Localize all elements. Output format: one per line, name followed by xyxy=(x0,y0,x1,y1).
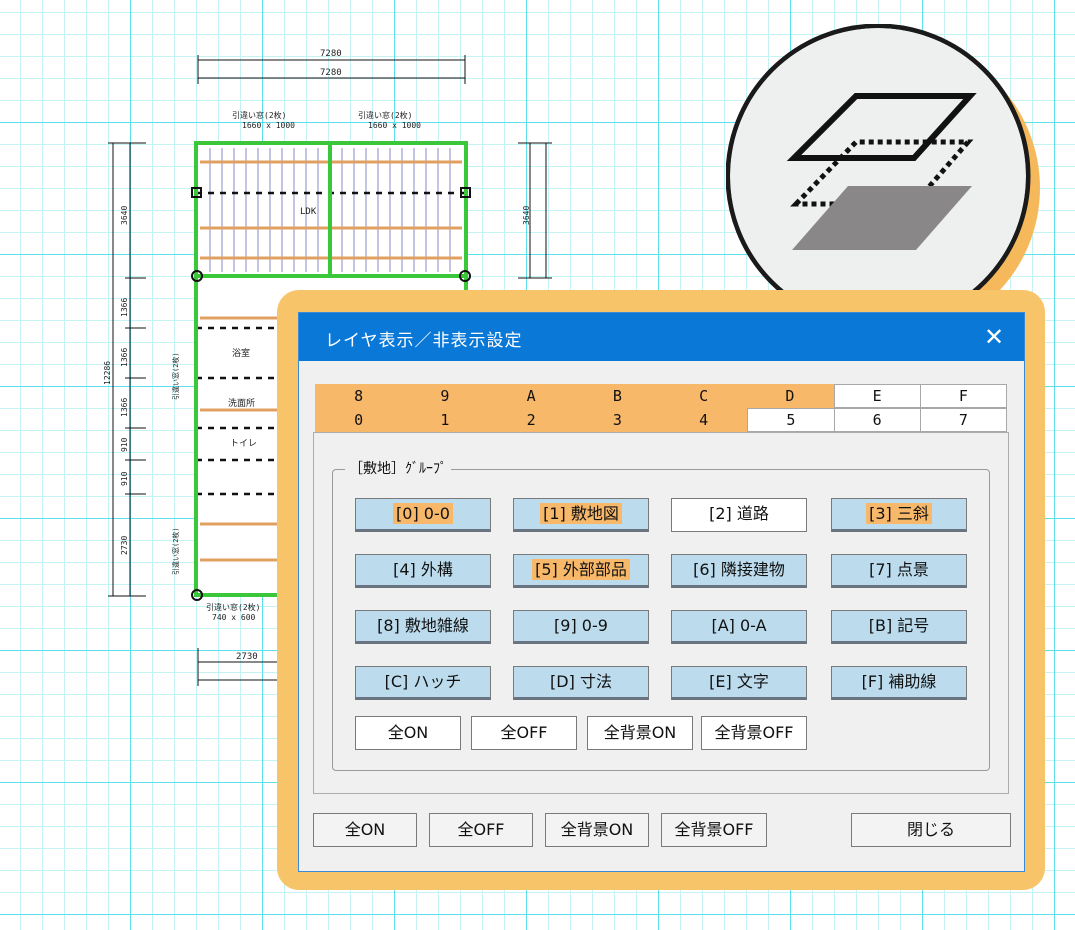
layer-button-label: [0] 0-0 xyxy=(393,503,453,524)
dim-top-outer: 7280 xyxy=(320,49,342,59)
dim-left-5: 910 xyxy=(120,471,129,486)
layer-button-label: [E] 文字 xyxy=(709,672,769,691)
window-size: 740 x 600 xyxy=(212,613,256,622)
layer-button-14[interactable]: [E] 文字 xyxy=(671,666,807,700)
layer-button-9[interactable]: [9] 0-9 xyxy=(513,610,649,644)
layer-button-label: [4] 外構 xyxy=(393,560,453,579)
group-all-off-button[interactable]: 全OFF xyxy=(471,716,577,750)
tab-d[interactable]: D xyxy=(747,384,834,408)
layer-group-tabs-top: 89ABCDEF xyxy=(315,384,1007,408)
layer-button-15[interactable]: [F] 補助線 xyxy=(831,666,967,700)
window-label: 引違い窓(2枚) xyxy=(232,110,286,120)
layer-button-label: [6] 隣接建物 xyxy=(693,560,785,579)
tab-2[interactable]: 2 xyxy=(488,408,575,432)
layer-button-label: [C] ハッチ xyxy=(384,672,462,691)
room-label: 浴室 xyxy=(232,347,250,359)
all-on-button[interactable]: 全ON xyxy=(313,813,417,847)
layer-visibility-dialog: レイヤ表示／非表示設定 ✕ 89ABCDEF 01234567 ［敷地］ｸﾞﾙｰ… xyxy=(298,312,1025,872)
tab-8[interactable]: 8 xyxy=(315,384,403,408)
dim-left-0: 3640 xyxy=(120,206,129,225)
layer-button-label: [2] 道路 xyxy=(709,504,769,523)
group-all-bg-off-button[interactable]: 全背景OFF xyxy=(701,716,807,750)
group-label: ［敷地］ｸﾞﾙｰﾌﾟ xyxy=(345,458,451,478)
dimension-top: 7280 7280 xyxy=(197,49,466,84)
close-icon[interactable]: ✕ xyxy=(978,321,1010,353)
window-label-vertical: 引違い窓(2枚) xyxy=(171,352,180,400)
layer-button-8[interactable]: [8] 敷地雑線 xyxy=(355,610,491,644)
close-button[interactable]: 閉じる xyxy=(851,813,1011,847)
dim-bottom: 2730 xyxy=(236,652,258,662)
layer-group-tabs-bottom: 01234567 xyxy=(315,408,1007,432)
room-label: 洗面所 xyxy=(228,397,255,409)
tab-a[interactable]: A xyxy=(488,384,575,408)
tab-1[interactable]: 1 xyxy=(402,408,489,432)
all-bg-off-button[interactable]: 全背景OFF xyxy=(661,813,767,847)
layer-button-label: [D] 寸法 xyxy=(550,672,612,691)
layer-button-13[interactable]: [D] 寸法 xyxy=(513,666,649,700)
all-off-button[interactable]: 全OFF xyxy=(429,813,533,847)
tab-3[interactable]: 3 xyxy=(574,408,661,432)
tab-c[interactable]: C xyxy=(661,384,748,408)
dim-top-inner: 7280 xyxy=(320,68,342,78)
tab-b[interactable]: B xyxy=(574,384,661,408)
window-label: 引違い窓(2枚) xyxy=(206,602,260,612)
tab-9[interactable]: 9 xyxy=(402,384,489,408)
tab-4[interactable]: 4 xyxy=(661,408,748,432)
dim-left-3: 1366 xyxy=(120,398,129,417)
layer-button-label: [F] 補助線 xyxy=(861,672,937,691)
tab-7[interactable]: 7 xyxy=(920,408,1007,432)
room-label: LDK xyxy=(300,207,317,217)
layer-button-1[interactable]: [1] 敷地図 xyxy=(513,498,649,532)
layer-button-label: [A] 0-A xyxy=(711,616,767,635)
tab-e[interactable]: E xyxy=(833,384,921,408)
layer-button-11[interactable]: [B] 記号 xyxy=(831,610,967,644)
room-label: トイレ xyxy=(230,439,257,449)
layer-button-4[interactable]: [4] 外構 xyxy=(355,554,491,588)
tab-f[interactable]: F xyxy=(920,384,1007,408)
group-all-bg-on-button[interactable]: 全背景ON xyxy=(587,716,693,750)
layer-button-10[interactable]: [A] 0-A xyxy=(671,610,807,644)
dim-left-2: 1366 xyxy=(120,348,129,367)
window-size: 1660 x 1000 xyxy=(242,121,295,130)
layer-button-7[interactable]: [7] 点景 xyxy=(831,554,967,588)
window-size: 1660 x 1000 xyxy=(368,121,421,130)
layer-button-label: [3] 三斜 xyxy=(866,503,932,524)
window-label: 引違い窓(2枚) xyxy=(358,110,412,120)
layer-button-5[interactable]: [5] 外部部品 xyxy=(513,554,649,588)
dim-right: 3640 xyxy=(522,206,531,225)
group-all-on-button[interactable]: 全ON xyxy=(355,716,461,750)
dim-left-1: 1366 xyxy=(120,298,129,317)
layer-button-6[interactable]: [6] 隣接建物 xyxy=(671,554,807,588)
layer-button-0[interactable]: [0] 0-0 xyxy=(355,498,491,532)
layer-button-label: [8] 敷地雑線 xyxy=(377,616,469,635)
layer-button-label: [9] 0-9 xyxy=(554,616,608,635)
layer-button-label: [7] 点景 xyxy=(869,560,929,579)
tab-5[interactable]: 5 xyxy=(747,408,835,432)
layer-button-2[interactable]: [2] 道路 xyxy=(671,498,807,532)
dim-left-6: 2730 xyxy=(120,536,129,555)
layer-button-label: [B] 記号 xyxy=(868,616,930,635)
tab-0[interactable]: 0 xyxy=(315,408,403,432)
layer-button-label: [5] 外部部品 xyxy=(532,559,630,580)
dim-left-4: 910 xyxy=(120,437,129,452)
window-label-vertical: 引違い窓(2枚) xyxy=(171,527,180,575)
dialog-title: レイヤ表示／非表示設定 xyxy=(325,331,523,351)
all-bg-on-button[interactable]: 全背景ON xyxy=(545,813,649,847)
layer-button-label: [1] 敷地図 xyxy=(540,503,622,524)
tab-6[interactable]: 6 xyxy=(834,408,921,432)
group-box: ［敷地］ｸﾞﾙｰﾌﾟ [0] 0-0 [1] 敷地図 [2] 道路 [3] 三斜 [4]… xyxy=(332,458,990,771)
layer-button-12[interactable]: [C] ハッチ xyxy=(355,666,491,700)
tab-panel: ［敷地］ｸﾞﾙｰﾌﾟ [0] 0-0 [1] 敷地図 [2] 道路 [3] 三斜 [4]… xyxy=(313,432,1009,794)
dim-left-total: 12286 xyxy=(103,361,112,385)
dialog-titlebar[interactable]: レイヤ表示／非表示設定 ✕ xyxy=(299,313,1024,361)
layer-button-3[interactable]: [3] 三斜 xyxy=(831,498,967,532)
